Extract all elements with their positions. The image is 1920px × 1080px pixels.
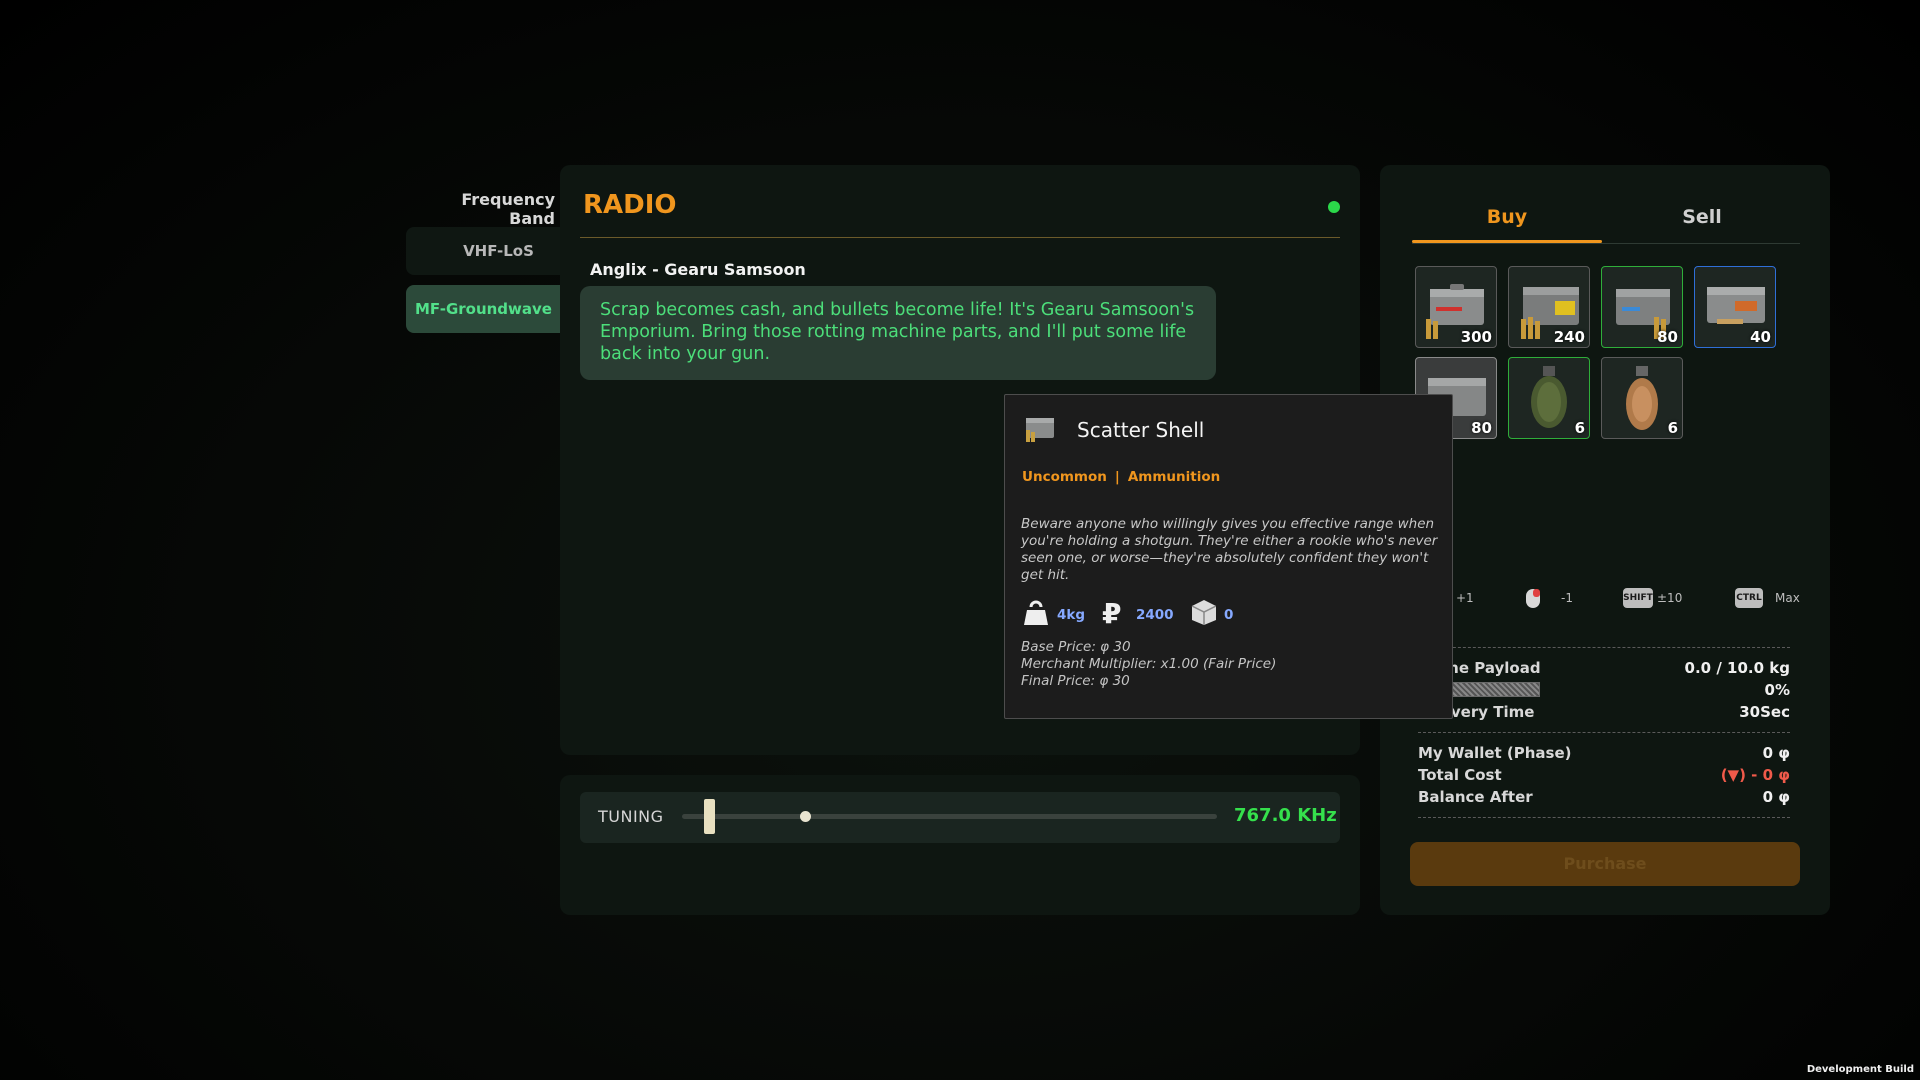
total-cost-label: Total Cost: [1418, 766, 1502, 784]
control-hint-label: Max: [1775, 591, 1800, 605]
item-slot[interactable]: 80: [1601, 266, 1683, 348]
merchant-message: Scrap becomes cash, and bullets become l…: [580, 286, 1216, 380]
tuning-label: TUNING: [598, 807, 664, 826]
signal-marker: [800, 811, 812, 822]
item-slot[interactable]: 300: [1415, 266, 1497, 348]
item-count: 80: [1471, 419, 1492, 437]
balance-after-value: 0 φ: [1762, 788, 1790, 806]
frequency-band-title: Frequency Band: [461, 190, 555, 228]
tuning-frequency-value: 767.0 KHz: [1234, 805, 1337, 826]
final-price: Final Price: φ 30: [1021, 673, 1130, 689]
active-tab-underline: [1412, 240, 1602, 243]
tooltip-prices: Base Price: φ 30 Merchant Multiplier: x1…: [1021, 639, 1276, 690]
item-slot[interactable]: 6: [1508, 357, 1590, 439]
radio-divider: [580, 237, 1340, 238]
item-count: 80: [1657, 328, 1678, 346]
tooltip-stack-value: 0: [1224, 607, 1234, 623]
radio-title: RADIO: [583, 190, 677, 220]
tuning-slider-track[interactable]: [682, 814, 1217, 819]
item-count: 40: [1750, 328, 1771, 346]
divider: [1418, 732, 1790, 733]
tooltip-description: Beware anyone who willingly gives you ef…: [1021, 516, 1438, 583]
stack-box-icon: [1191, 600, 1216, 625]
radio-status-indicator: [1328, 201, 1340, 213]
tab-buy[interactable]: Buy: [1412, 206, 1602, 242]
item-count: 6: [1574, 419, 1585, 437]
category-tag: Ammunition: [1127, 469, 1221, 485]
divider: [1418, 647, 1790, 648]
shift-key-icon: SHIFT: [1623, 588, 1653, 608]
base-price: Base Price: φ 30: [1021, 639, 1131, 655]
mouse-right-icon: [1526, 589, 1540, 608]
development-build-label: Development Build: [1806, 1064, 1914, 1075]
tooltip-item-name: Scatter Shell: [1077, 418, 1205, 442]
item-count: 240: [1553, 328, 1585, 346]
ruble-icon: ₽: [1102, 598, 1121, 626]
control-hint-label: -1: [1561, 591, 1573, 605]
item-slot[interactable]: 240: [1508, 266, 1590, 348]
control-hint-label: ±10: [1657, 591, 1683, 605]
item-slot[interactable]: 40: [1694, 266, 1776, 348]
merchant-multiplier: Merchant Multiplier: x1.00 (Fair Price): [1021, 656, 1277, 672]
speaker-name: Anglix - Gearu Samsoon: [590, 260, 806, 279]
tooltip-weight: 4kg: [1057, 607, 1086, 623]
item-slot[interactable]: 6: [1601, 357, 1683, 439]
tag-separator: |: [1114, 469, 1120, 485]
ctrl-key-icon: CTRL: [1735, 588, 1763, 608]
band-item-vhf-los[interactable]: VHF-LoS: [406, 227, 561, 275]
svg-text:₽: ₽: [1102, 598, 1121, 626]
tuning-slider-handle[interactable]: [703, 799, 715, 834]
band-item-mf-groundwave[interactable]: MF-Groundwave: [406, 285, 561, 333]
drone-payload-value: 0.0 / 10.0 kg: [1684, 659, 1790, 677]
purchase-button[interactable]: Purchase: [1410, 842, 1800, 886]
balance-after-label: Balance After: [1418, 788, 1533, 806]
divider: [1418, 817, 1790, 818]
tabs-divider: [1412, 243, 1800, 244]
item-count: 300: [1460, 328, 1492, 346]
control-hint-label: +1: [1456, 591, 1474, 605]
tab-sell[interactable]: Sell: [1607, 206, 1797, 242]
total-cost-value: (▼) - 0 φ: [1720, 766, 1790, 784]
wallet-value: 0 φ: [1762, 744, 1790, 762]
wallet-label: My Wallet (Phase): [1418, 744, 1572, 762]
scatter-shell-icon: [1026, 418, 1054, 442]
rarity-tag: Uncommon: [1022, 469, 1107, 485]
drone-payload-percent: 0%: [1764, 681, 1790, 699]
weight-icon: [1024, 600, 1048, 625]
tooltip-tags: Uncommon | Ammunition: [1022, 469, 1220, 485]
tooltip-ruble-value: 2400: [1136, 607, 1174, 623]
item-count: 6: [1667, 419, 1678, 437]
delivery-time-value: 30Sec: [1739, 703, 1790, 721]
